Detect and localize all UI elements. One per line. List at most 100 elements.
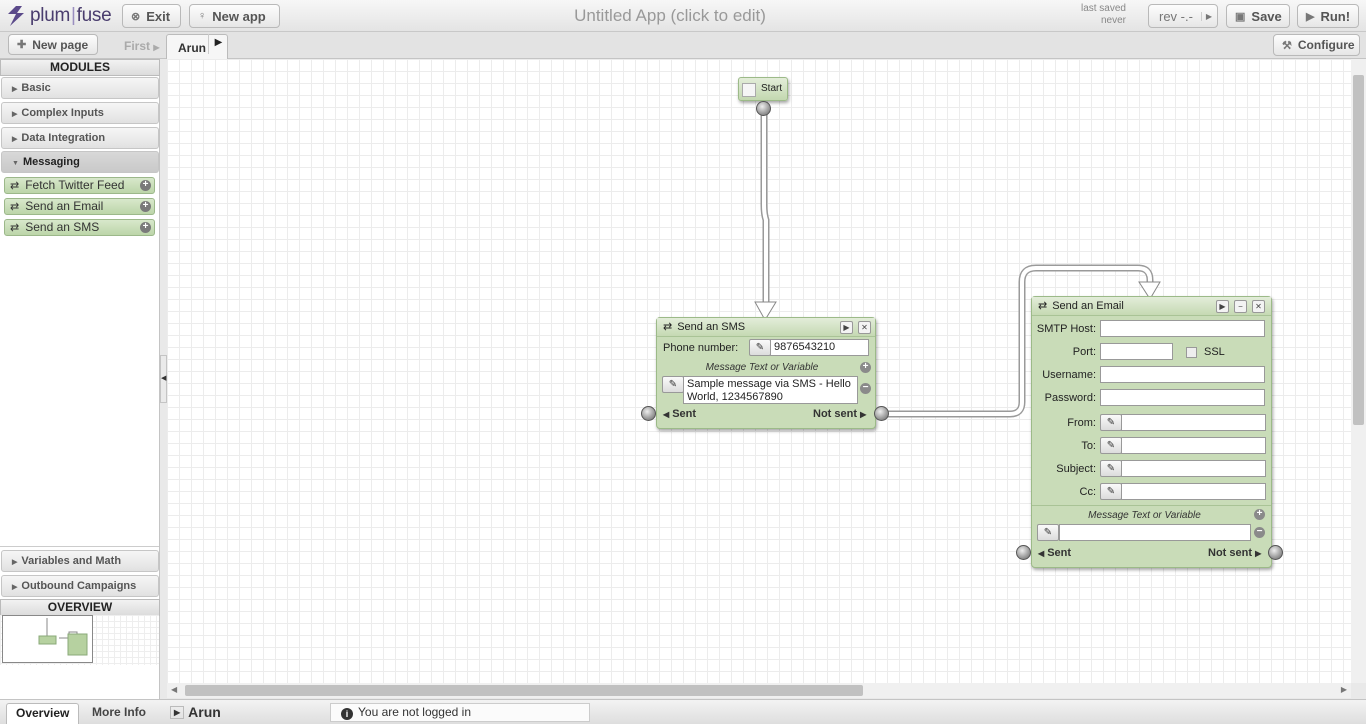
accordion-variables-and-math[interactable]: ▶ Variables and Math [1, 550, 159, 572]
add-module-icon[interactable]: + [140, 222, 151, 233]
ssl-label: SSL [1204, 346, 1225, 358]
email-node-close-icon[interactable]: ✕ [1252, 300, 1265, 313]
add-module-icon[interactable]: + [140, 180, 151, 191]
modules-sidebar: MODULES ▶ Basic ▶ Complex Inputs ▶ Data Int… [0, 59, 160, 699]
app-logo[interactable]: plum|fuse [6, 3, 112, 29]
caret-right-icon: ▶ [12, 559, 18, 566]
sms-node-close-icon[interactable]: ✕ [858, 321, 871, 334]
subject-input[interactable] [1121, 460, 1266, 477]
accordion-outbound-campaigns[interactable]: ▶ Outbound Campaigns [1, 575, 159, 597]
accordion-complex-inputs[interactable]: ▶ Complex Inputs [1, 102, 159, 124]
from-input[interactable] [1121, 414, 1266, 431]
modules-header: MODULES [0, 59, 160, 76]
overview-header: OVERVIEW [0, 599, 160, 616]
first-page-nav[interactable]: First ▶ [124, 39, 160, 53]
phone-number-input[interactable]: 9876543210 [770, 339, 869, 356]
accordion-data-integration[interactable]: ▶ Data Integration [1, 127, 159, 149]
info-icon: i [341, 708, 353, 720]
revision-button[interactable]: rev -.- ▶ [1148, 4, 1218, 28]
swap-icon: ⇄ [10, 201, 20, 213]
sms-node-titlebar[interactable]: ⇄ Send an SMS ▶ ✕ [657, 318, 875, 337]
caret-left-icon: ◀ [1038, 549, 1045, 558]
module-send-an-sms[interactable]: ⇄ Send an SMS + [4, 219, 155, 236]
page-nav-icon[interactable]: ▶ [170, 706, 185, 719]
email-node-minimize-icon[interactable]: − [1234, 300, 1247, 313]
sms-sent-port[interactable] [641, 406, 656, 421]
save-button[interactable]: ▣ Save [1226, 4, 1290, 28]
sms-node-title: Send an SMS [677, 321, 746, 333]
cc-label: Cc: [1079, 486, 1097, 498]
rev-next-icon[interactable]: ▶ [1200, 11, 1212, 21]
exit-icon: ⊗ [131, 10, 141, 23]
cc-input[interactable] [1121, 483, 1266, 500]
canvas-vertical-scrollbar[interactable] [1351, 59, 1366, 683]
sms-not-sent-branch: Not sent ▶ [813, 408, 866, 420]
rev-label: rev -.- [1159, 8, 1193, 24]
page-tab-menu-icon[interactable]: ▶ [208, 34, 228, 54]
email-add-message-icon[interactable]: + [1254, 509, 1265, 520]
new-app-button[interactable]: ♀ New app [189, 4, 280, 28]
email-remove-message-icon[interactable]: − [1254, 527, 1265, 538]
module-fetch-twitter-feed[interactable]: ⇄ Fetch Twitter Feed + [4, 177, 155, 194]
vertical-scroll-thumb[interactable] [1353, 75, 1364, 425]
run-button[interactable]: ▶ Run! [1297, 4, 1359, 28]
plumfuse-logo-icon [8, 6, 24, 26]
last-saved-value: never [1100, 15, 1126, 26]
new-app-label: New app [212, 8, 266, 24]
exit-label: Exit [146, 8, 171, 24]
accordion-label: Complex Inputs [21, 107, 104, 119]
sidebar-collapse-handle[interactable]: ◀ [160, 355, 167, 403]
sms-add-message-icon[interactable]: + [860, 362, 871, 373]
sms-node-expand-icon[interactable]: ▶ [840, 321, 853, 334]
email-sent-port[interactable] [1016, 545, 1031, 560]
module-label: Fetch Twitter Feed [25, 178, 125, 192]
sms-message-input[interactable]: Sample message via SMS - Hello World, 12… [683, 376, 858, 404]
overview-viewport[interactable] [2, 615, 93, 663]
module-send-an-email[interactable]: ⇄ Send an Email + [4, 198, 155, 215]
send-email-node[interactable]: ⇄ Send an Email ▶ − ✕ SMTP Host: Port: SS… [1031, 296, 1272, 568]
tab-overview[interactable]: Overview [6, 703, 80, 724]
scroll-right-icon[interactable]: ▶ [1341, 685, 1347, 694]
password-input[interactable] [1100, 389, 1265, 406]
configure-button[interactable]: ⚒ Configure [1273, 34, 1360, 56]
port-label: Port: [1072, 346, 1096, 358]
username-label: Username: [1042, 369, 1096, 381]
to-input[interactable] [1121, 437, 1266, 454]
new-page-button[interactable]: ✚ New page [8, 34, 98, 55]
sms-remove-message-icon[interactable]: − [860, 383, 871, 394]
port-input[interactable] [1100, 343, 1173, 360]
username-input[interactable] [1100, 366, 1265, 383]
tab-more-info[interactable]: More Info [83, 703, 155, 724]
start-node[interactable]: Start [738, 77, 788, 101]
canvas-horizontal-scrollbar[interactable]: ◀ ▶ [167, 683, 1351, 698]
send-sms-node[interactable]: ⇄ Send an SMS ▶ ✕ Phone number: ✎ 9876543… [656, 317, 876, 429]
sms-message-pencil-icon[interactable]: ✎ [662, 376, 684, 393]
logo-text: plum|fuse [30, 5, 112, 26]
horizontal-scroll-thumb[interactable] [185, 685, 863, 696]
app-title[interactable]: Untitled App (click to edit) [520, 6, 820, 26]
scroll-left-icon[interactable]: ◀ [171, 685, 177, 694]
email-not-sent-port[interactable] [1268, 545, 1283, 560]
module-label: Send an Email [25, 199, 104, 213]
sms-not-sent-port[interactable] [874, 406, 889, 421]
smtp-host-input[interactable] [1100, 320, 1265, 337]
accordion-basic[interactable]: ▶ Basic [1, 77, 159, 99]
exit-button[interactable]: ⊗ Exit [122, 4, 181, 28]
phone-label: Phone number: [663, 342, 739, 354]
add-module-icon[interactable]: + [140, 201, 151, 212]
email-message-input[interactable] [1059, 524, 1251, 541]
current-page-indicator: ▶ Arun [170, 703, 330, 722]
cc-pencil-icon[interactable]: ✎ [1100, 483, 1122, 500]
from-pencil-icon[interactable]: ✎ [1100, 414, 1122, 431]
email-node-expand-icon[interactable]: ▶ [1216, 300, 1229, 313]
ssl-checkbox[interactable] [1186, 347, 1197, 358]
email-message-pencil-icon[interactable]: ✎ [1037, 524, 1059, 541]
email-node-titlebar[interactable]: ⇄ Send an Email ▶ − ✕ [1032, 297, 1271, 316]
to-pencil-icon[interactable]: ✎ [1100, 437, 1122, 454]
start-output-port[interactable] [756, 101, 771, 116]
bulb-icon: ♀ [198, 10, 207, 22]
phone-variable-pencil-icon[interactable]: ✎ [749, 339, 771, 356]
email-sent-label: Sent [1047, 547, 1072, 559]
current-page-name: Arun [188, 704, 221, 720]
subject-pencil-icon[interactable]: ✎ [1100, 460, 1122, 477]
